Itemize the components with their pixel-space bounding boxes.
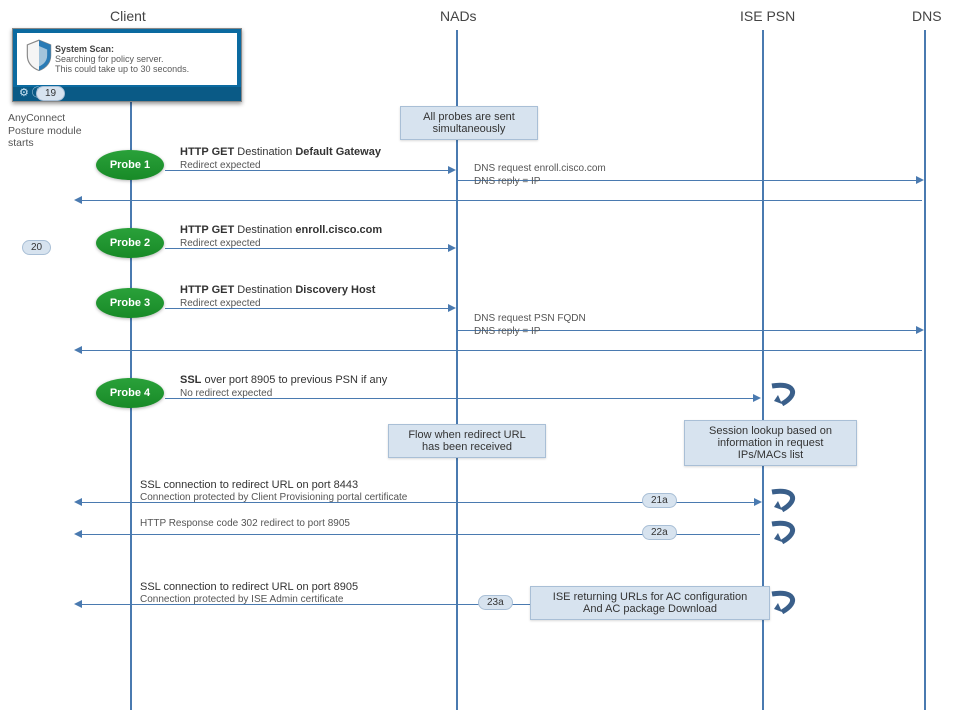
msg-p3-b: Destination: [234, 284, 295, 296]
msg-p1-sub: Redirect expected: [180, 160, 261, 171]
anyconnect-line1: AnyConnect: [8, 112, 82, 125]
note-ise-returning: ISE returning URLs for AC configuration …: [530, 586, 770, 620]
msg-p2-c: enroll.cisco.com: [295, 224, 382, 236]
msg-p2-b: Destination: [234, 224, 295, 236]
note-all-probes-l2: simultaneously: [409, 123, 529, 135]
arrow-p2-head: [448, 244, 456, 252]
arrow-21a-head-l: [74, 498, 82, 506]
msg-p2-sub: Redirect expected: [180, 238, 261, 249]
probe-2: Probe 2: [96, 228, 164, 258]
step-20-badge: 20: [22, 240, 51, 255]
probe-1: Probe 1: [96, 150, 164, 180]
lane-dns: DNS: [912, 8, 942, 24]
msg-p4-sub: No redirect expected: [180, 388, 272, 399]
arrow-p1-head: [448, 166, 456, 174]
msg-21a-a: SSL connection to redirect URL on port 8…: [140, 479, 358, 491]
note-ise-l1: ISE returning URLs for AC configuration: [539, 591, 761, 603]
arrow-dns2-reply: [80, 350, 922, 351]
msg-p2-a: HTTP GET: [180, 224, 234, 236]
arrow-dns2-reply-head: [74, 346, 82, 354]
msg-23a-a: SSL connection to redirect URL on port 8…: [140, 581, 358, 593]
lane-isepsn: ISE PSN: [740, 8, 795, 24]
note-flow-redirect: Flow when redirect URL has been received: [388, 424, 546, 458]
msg-p3-c: Discovery Host: [295, 284, 375, 296]
arrow-23a-head-l: [74, 600, 82, 608]
lane-client: Client: [110, 8, 146, 24]
system-scan-title: System Scan:: [55, 44, 189, 54]
arrow-21a-head-r: [754, 498, 762, 506]
msg-dns2-reply-text: DNS reply = IP: [474, 326, 540, 337]
lifeline-dns: [924, 30, 926, 710]
step-19-badge: 19: [36, 86, 65, 101]
probe-4: Probe 4: [96, 378, 164, 408]
msg-dns1-req-text: DNS request enroll.cisco.com: [474, 163, 606, 174]
lifeline-client: [130, 30, 132, 710]
msg-dns1-reply-text: DNS reply = IP: [474, 176, 540, 187]
msg-p3-a: HTTP GET: [180, 284, 234, 296]
curved-arrow-4: [766, 588, 802, 616]
msg-23a-b: Connection protected by ISE Admin certif…: [140, 594, 343, 605]
note-flow-l1: Flow when redirect URL: [397, 429, 537, 441]
probe-3: Probe 3: [96, 288, 164, 318]
arrow-p4-head: [753, 394, 761, 402]
anyconnect-line3: starts: [8, 137, 82, 150]
note-flow-l2: has been received: [397, 441, 537, 453]
lane-nads: NADs: [440, 8, 477, 24]
msg-dns2-req-text: DNS request PSN FQDN: [474, 313, 586, 324]
arrow-22a-head: [74, 530, 82, 538]
msg-p1-b: Destination: [234, 146, 295, 158]
shield-icon: [25, 39, 53, 71]
arrow-dns1-req-head: [916, 176, 924, 184]
msg-p4-b: over port 8905 to previous PSN if any: [201, 374, 387, 386]
note-all-probes-l1: All probes are sent: [409, 111, 529, 123]
curved-arrow-3: [766, 518, 802, 546]
msg-21a-b: Connection protected by Client Provision…: [140, 492, 407, 503]
note-session-l1: Session lookup based on: [693, 425, 848, 437]
step-22a-badge: 22a: [642, 525, 677, 540]
arrow-dns2-req-head: [916, 326, 924, 334]
note-session-l3: IPs/MACs list: [693, 449, 848, 461]
msg-22a-text: HTTP Response code 302 redirect to port …: [140, 518, 350, 529]
anyconnect-line2: Posture module: [8, 125, 82, 138]
arrow-dns1-reply: [80, 200, 922, 201]
note-session-l2: information in request: [693, 437, 848, 449]
note-session-lookup: Session lookup based on information in r…: [684, 420, 857, 466]
arrow-p3-head: [448, 304, 456, 312]
curved-arrow-1: [766, 380, 802, 408]
system-scan-line1: Searching for policy server.: [55, 54, 189, 64]
msg-p3-sub: Redirect expected: [180, 298, 261, 309]
msg-p1-a: HTTP GET: [180, 146, 234, 158]
anyconnect-label: AnyConnect Posture module starts: [8, 112, 82, 150]
step-23a-badge: 23a: [478, 595, 513, 610]
msg-p1-c: Default Gateway: [295, 146, 381, 158]
note-all-probes: All probes are sent simultaneously: [400, 106, 538, 140]
msg-p4-a: SSL: [180, 374, 201, 386]
step-21a-badge: 21a: [642, 493, 677, 508]
system-scan-line2: This could take up to 30 seconds.: [55, 64, 189, 74]
curved-arrow-2: [766, 486, 802, 514]
note-ise-l2: And AC package Download: [539, 603, 761, 615]
arrow-dns1-reply-head: [74, 196, 82, 204]
